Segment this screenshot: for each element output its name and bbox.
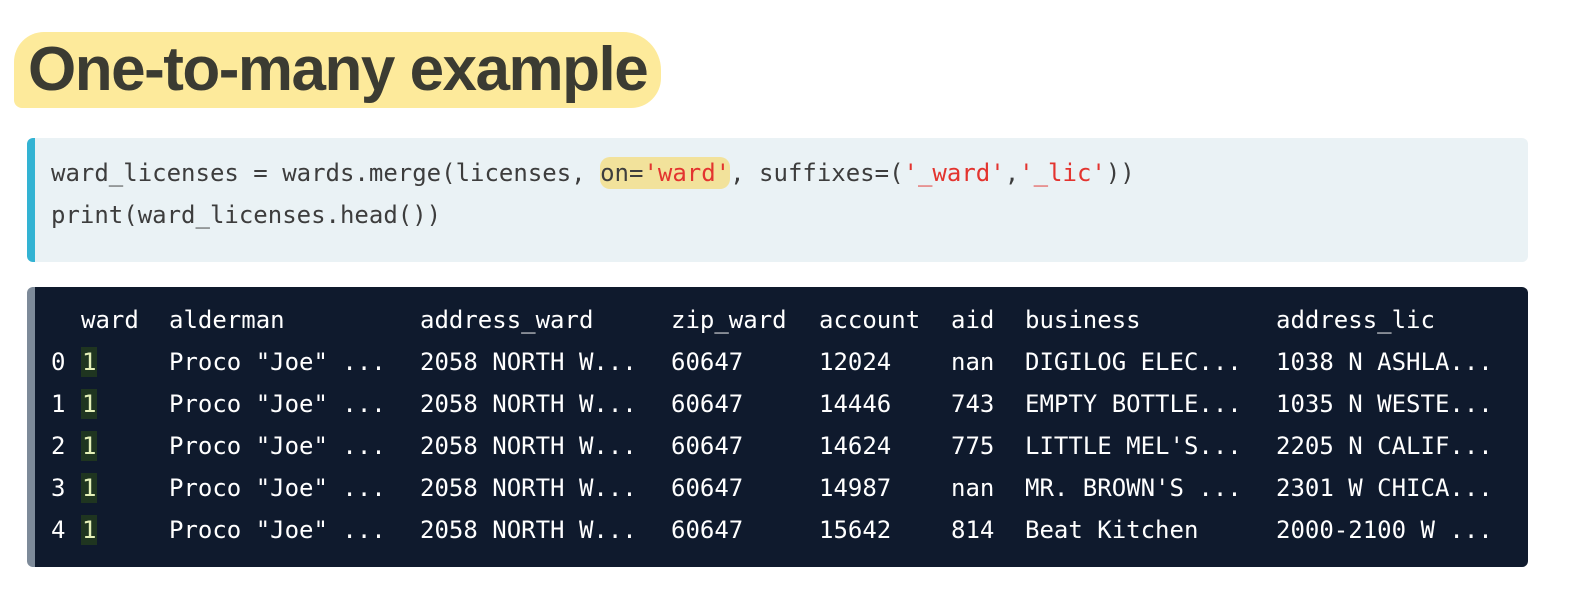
column-header-business: business	[1025, 306, 1141, 334]
cell-address-lic: 2205 N CALIF...	[1276, 432, 1493, 460]
cell-alderman: Proco "Joe" ...	[169, 516, 386, 544]
cell-business: EMPTY BOTTLE...	[1025, 390, 1242, 418]
column-header-address-ward: address_ward	[420, 306, 594, 334]
cell-address-lic: 2301 W CHICA...	[1276, 474, 1493, 502]
cell-zip-ward: 60647	[671, 432, 744, 460]
cell-address-ward: 2058 NORTH W...	[420, 348, 637, 376]
cell-account: 15642	[819, 516, 892, 544]
cell-zip-ward: 60647	[671, 348, 744, 376]
cell-ward: 1	[81, 347, 98, 377]
cell-zip-ward: 60647	[671, 390, 744, 418]
code-token: , suffixes=(	[730, 159, 904, 187]
cell-aid: 743	[951, 390, 995, 418]
cell-account: 14987	[819, 474, 892, 502]
cell-zip-ward: 60647	[671, 474, 744, 502]
cell-address-ward: 2058 NORTH W...	[420, 516, 637, 544]
code-token: ward_licenses = wards.merge(licenses,	[51, 159, 601, 187]
code-line-merge: ward_licenses = wards.merge(licenses, on…	[51, 157, 1135, 189]
cell-account: 14624	[819, 432, 892, 460]
code-token: on=	[600, 159, 644, 187]
cell-address-lic: 1035 N WESTE...	[1276, 390, 1493, 418]
cell-address-ward: 2058 NORTH W...	[420, 390, 637, 418]
column-header-zip-ward: zip_ward	[671, 306, 787, 334]
row-index: 1	[51, 390, 66, 418]
row-index: 3	[51, 474, 66, 502]
code-token: 'ward'	[643, 159, 731, 187]
table-row: 1 1 Proco "Joe" ... 2058 NORTH W... 60647 144…	[51, 389, 1528, 419]
cell-business: LITTLE MEL'S...	[1025, 432, 1242, 460]
code-token: ,	[1004, 159, 1020, 187]
column-header-account: account	[819, 306, 921, 334]
cell-account: 14446	[819, 390, 892, 418]
cell-address-ward: 2058 NORTH W...	[420, 474, 637, 502]
column-header-alderman: alderman	[169, 306, 285, 334]
cell-address-lic: 1038 N ASHLA...	[1276, 348, 1493, 376]
cell-address-ward: 2058 NORTH W...	[420, 432, 637, 460]
cell-ward: 1	[81, 431, 98, 461]
table-row: 3 1 Proco "Joe" ... 2058 NORTH W... 60647 149…	[51, 473, 1528, 503]
row-index: 0	[51, 348, 66, 376]
cell-business: MR. BROWN'S ...	[1025, 474, 1242, 502]
cell-alderman: Proco "Joe" ...	[169, 348, 386, 376]
code-token: '_ward'	[903, 159, 1005, 187]
cell-account: 12024	[819, 348, 892, 376]
cell-aid: 814	[951, 516, 995, 544]
slide-title: One-to-many example	[14, 32, 662, 108]
code-token: '_lic'	[1019, 159, 1106, 187]
column-header-address-lic: address_lic	[1276, 306, 1435, 334]
cell-zip-ward: 60647	[671, 516, 744, 544]
code-token: ))	[1105, 159, 1135, 187]
cell-aid: 775	[951, 432, 995, 460]
cell-alderman: Proco "Joe" ...	[169, 390, 386, 418]
cell-business: Beat Kitchen	[1025, 516, 1199, 544]
cell-aid: nan	[951, 348, 995, 376]
cell-aid: nan	[951, 474, 995, 502]
column-header-aid: aid	[951, 306, 995, 334]
cell-ward: 1	[81, 473, 98, 503]
table-row: 0 1 Proco "Joe" ... 2058 NORTH W... 60647 120…	[51, 347, 1528, 377]
merge-key-highlight: on='ward'	[600, 157, 731, 189]
cell-business: DIGILOG ELEC...	[1025, 348, 1242, 376]
cell-ward: 1	[81, 389, 98, 419]
cell-address-lic: 2000-2100 W ...	[1276, 516, 1493, 544]
cell-ward: 1	[81, 515, 98, 545]
code-line-print: print(ward_licenses.head())	[51, 201, 442, 229]
row-index: 4	[51, 516, 66, 544]
row-index: 2	[51, 432, 66, 460]
column-header-ward: ward	[81, 306, 139, 334]
output-block: ward alderman address_ward zip_ward account a…	[27, 287, 1528, 567]
cell-alderman: Proco "Joe" ...	[169, 432, 386, 460]
table-row: 4 1 Proco "Joe" ... 2058 NORTH W... 60647 156…	[51, 515, 1528, 545]
table-row: 2 1 Proco "Joe" ... 2058 NORTH W... 60647 146…	[51, 431, 1528, 461]
code-block: ward_licenses = wards.merge(licenses, on…	[27, 138, 1528, 262]
cell-alderman: Proco "Joe" ...	[169, 474, 386, 502]
